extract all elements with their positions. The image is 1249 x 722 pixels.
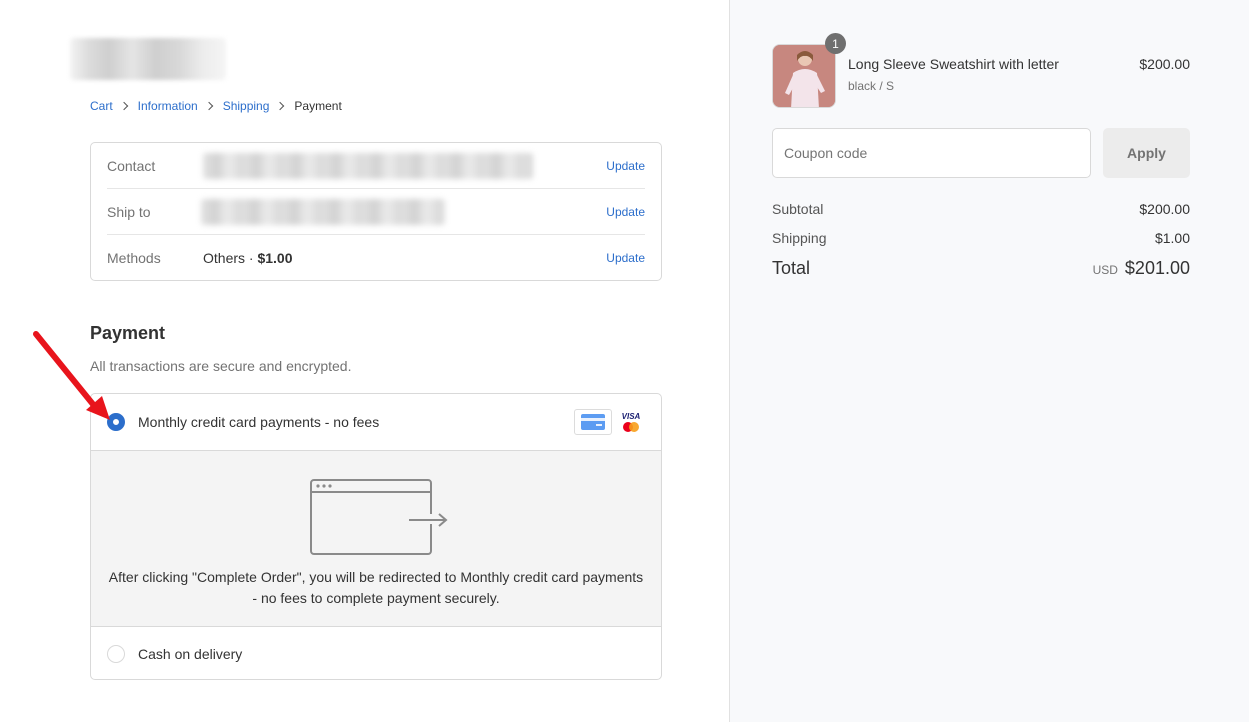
product-line: 1 Long Sleeve Sweatshirt with letter bla…: [772, 33, 1190, 108]
payment-subtitle: All transactions are secure and encrypte…: [90, 358, 352, 374]
ship-to-label: Ship to: [107, 203, 151, 220]
review-row-contact: Contact Update: [107, 143, 645, 189]
methods-label: Methods: [107, 250, 161, 266]
visa-logo: VISA: [621, 412, 641, 421]
subtotal-label: Subtotal: [772, 201, 824, 217]
apply-coupon-button[interactable]: Apply: [1103, 128, 1190, 178]
redirect-info: After clicking "Complete Order", you wil…: [91, 451, 661, 626]
subtotal-value: $200.00: [1139, 201, 1190, 217]
contact-value: [203, 152, 606, 179]
payment-methods: Monthly credit card payments - no fees V…: [90, 393, 662, 680]
redirect-text: After clicking "Complete Order", you wil…: [108, 569, 644, 606]
update-contact-link[interactable]: Update: [606, 159, 645, 173]
ship-to-value: [201, 198, 606, 225]
radio-cash-on-delivery[interactable]: [107, 644, 125, 663]
breadcrumb-shipping[interactable]: Shipping: [223, 99, 270, 113]
shipping-value: $1.00: [1154, 230, 1190, 246]
product-name: Long Sleeve Sweatshirt with letter: [848, 56, 1059, 72]
credit-card-icon: [574, 409, 612, 435]
total-label: Total: [772, 258, 811, 278]
breadcrumb-cart[interactable]: Cart: [90, 99, 113, 113]
total-currency: USD: [1092, 263, 1118, 277]
update-methods-link[interactable]: Update: [606, 251, 645, 265]
shipping-label: Shipping: [772, 230, 827, 246]
checkout-main: Cart Information Shipping Payment Contac…: [0, 0, 729, 722]
product-thumbnail: [772, 44, 836, 108]
annotation-arrow-icon: [33, 331, 110, 420]
subtotal-row: Subtotal $200.00: [772, 201, 1190, 217]
payment-option-label: Monthly credit card payments - no fees: [138, 414, 380, 430]
store-logo[interactable]: [70, 38, 226, 80]
quantity-badge: 1: [825, 33, 846, 54]
shipping-row: Shipping $1.00: [772, 230, 1190, 246]
contact-label: Contact: [107, 157, 156, 174]
update-ship-to-link[interactable]: Update: [606, 205, 645, 219]
breadcrumb: Cart Information Shipping Payment: [90, 99, 342, 113]
method-price: $1.00: [257, 250, 293, 266]
methods-value: Others · $1.00: [203, 250, 606, 266]
review-row-ship-to: Ship to Update: [107, 189, 645, 235]
payment-option-credit-card[interactable]: Monthly credit card payments - no fees V…: [91, 394, 661, 451]
chevron-right-icon: [204, 101, 213, 111]
breadcrumb-payment: Payment: [294, 99, 342, 113]
chevron-right-icon: [276, 101, 285, 111]
review-row-methods: Methods Others · $1.00 Update: [107, 235, 645, 281]
chevron-right-icon: [119, 101, 128, 111]
review-block: Contact Update Ship to Update Methods Ot…: [90, 142, 662, 281]
order-summary: [729, 0, 1249, 722]
breadcrumb-information[interactable]: Information: [138, 99, 198, 113]
product-variant: black / S: [848, 79, 895, 93]
total-value: $201.00: [1124, 258, 1190, 278]
product-price: $200.00: [1139, 56, 1190, 72]
card-icons: VISA: [574, 409, 644, 435]
payment-option-cod[interactable]: Cash on delivery: [91, 626, 661, 679]
payment-option-label: Cash on delivery: [138, 645, 243, 662]
mastercard-logo: [623, 422, 639, 432]
total-amount: USD $201.00: [1093, 258, 1190, 279]
browser-redirect-icon: [310, 479, 448, 555]
visa-mastercard-icon: VISA: [618, 409, 644, 435]
coupon-input[interactable]: [772, 128, 1091, 178]
method-name: Others ·: [203, 250, 258, 266]
